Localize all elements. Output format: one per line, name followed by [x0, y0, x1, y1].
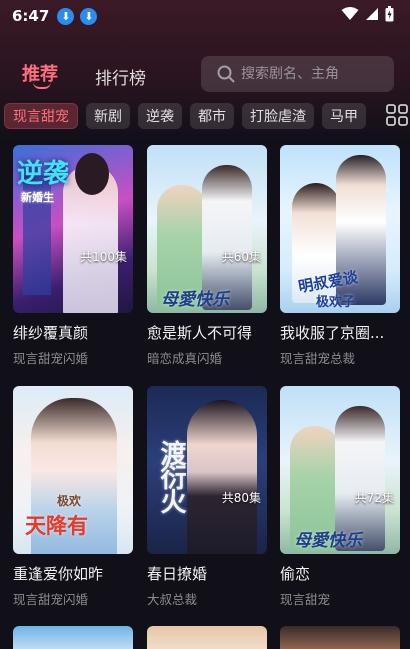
- drama-card[interactable]: 明叔爱谈 极欢子 我收服了京圈... 现言甜宠总裁: [280, 145, 400, 367]
- chip-romance-sweet[interactable]: 现言甜宠: [4, 103, 78, 129]
- drama-title[interactable]: 我收服了京圈...: [280, 322, 400, 343]
- episode-count: 共80集: [221, 491, 261, 505]
- grid-menu-icon[interactable]: [386, 104, 408, 126]
- chip-hidden-identity[interactable]: 马甲: [322, 103, 366, 129]
- drama-tags: 现言甜宠总裁: [280, 351, 356, 366]
- drama-cover[interactable]: 明叔爱谈 极欢子: [280, 145, 400, 313]
- cover-title-text: 母愛快乐: [161, 290, 229, 310]
- cover-subtitle-text: 极欢: [57, 494, 82, 508]
- status-time: 6:47: [12, 7, 50, 25]
- cover-title-text: 逆袭: [17, 159, 70, 189]
- drama-card[interactable]: 母愛快乐 共60集 愈是斯人不可得 暗恋成真闪婚: [147, 145, 267, 367]
- cover-title-text: 母愛快乐: [294, 531, 362, 551]
- active-tab-indicator: [33, 82, 51, 89]
- drama-title[interactable]: 偷恋: [280, 563, 400, 584]
- category-chips: 现言甜宠 新剧 逆袭 都市 打脸虐渣 马甲: [4, 103, 366, 129]
- cover-title-text: 天降有: [25, 514, 88, 538]
- drama-cover-partial[interactable]: [13, 626, 133, 649]
- drama-cover-partial[interactable]: [147, 626, 267, 649]
- download-notification-icon: ⬇: [57, 7, 75, 25]
- drama-cover[interactable]: 母愛快乐 共60集: [147, 145, 267, 313]
- episode-count: 共60集: [221, 250, 261, 264]
- chip-comeback[interactable]: 逆袭: [138, 103, 182, 129]
- download-notification-icon-2: ⬇: [80, 7, 98, 25]
- drama-cover[interactable]: 逆袭 新婚生 共100集: [13, 145, 133, 313]
- drama-card[interactable]: 渡衍火 共80集 春日撩婚 大叔总裁: [147, 386, 267, 608]
- drama-card[interactable]: 母愛快乐 共72集 偷恋 现言甜宠: [280, 386, 400, 608]
- cover-subtitle-text: 极欢子: [316, 295, 356, 310]
- chip-new[interactable]: 新剧: [86, 103, 130, 129]
- tab-ranking[interactable]: 排行榜: [95, 64, 146, 89]
- status-bar: 6:47 ⬇ ⬇: [0, 0, 410, 32]
- drama-tags: 大叔总裁: [147, 592, 198, 607]
- drama-title[interactable]: 绯纱覆真颜: [13, 322, 133, 343]
- drama-tags: 现言甜宠闪婚: [13, 592, 89, 607]
- episode-count: 共100集: [80, 250, 127, 264]
- cover-hair: [75, 153, 109, 195]
- search-box[interactable]: [201, 56, 394, 92]
- cover-subtitle-text: 新婚生: [21, 191, 54, 204]
- drama-tags: 现言甜宠闪婚: [13, 351, 89, 366]
- drama-cover-partial[interactable]: [280, 626, 400, 649]
- chip-revenge[interactable]: 打脸虐渣: [242, 103, 314, 129]
- search-icon: [217, 65, 235, 83]
- drama-tags: 现言甜宠: [280, 592, 331, 607]
- drama-cover[interactable]: 天降有 极欢: [13, 386, 133, 554]
- drama-cover[interactable]: 渡衍火 共80集: [147, 386, 267, 554]
- episode-count: 共72集: [354, 491, 394, 505]
- wifi-icon: [341, 7, 359, 20]
- chip-urban[interactable]: 都市: [190, 103, 234, 129]
- drama-tags: 暗恋成真闪婚: [147, 351, 223, 366]
- drama-title[interactable]: 重逢爱你如昨: [13, 563, 133, 584]
- battery-icon: [385, 6, 394, 22]
- search-input[interactable]: [241, 66, 391, 82]
- drama-card[interactable]: 天降有 极欢 重逢爱你如昨 现言甜宠闪婚: [13, 386, 133, 608]
- signal-icon: [366, 8, 378, 20]
- top-header: 推荐 排行榜: [0, 52, 410, 98]
- drama-title[interactable]: 春日撩婚: [147, 563, 267, 584]
- status-icons: [341, 6, 394, 22]
- drama-card[interactable]: 逆袭 新婚生 共100集 绯纱覆真颜 现言甜宠闪婚: [13, 145, 133, 367]
- cover-figure: [187, 400, 257, 554]
- drama-title[interactable]: 愈是斯人不可得: [147, 322, 267, 343]
- drama-cover[interactable]: 母愛快乐 共72集: [280, 386, 400, 554]
- cover-title-text: 渡衍火: [156, 440, 186, 512]
